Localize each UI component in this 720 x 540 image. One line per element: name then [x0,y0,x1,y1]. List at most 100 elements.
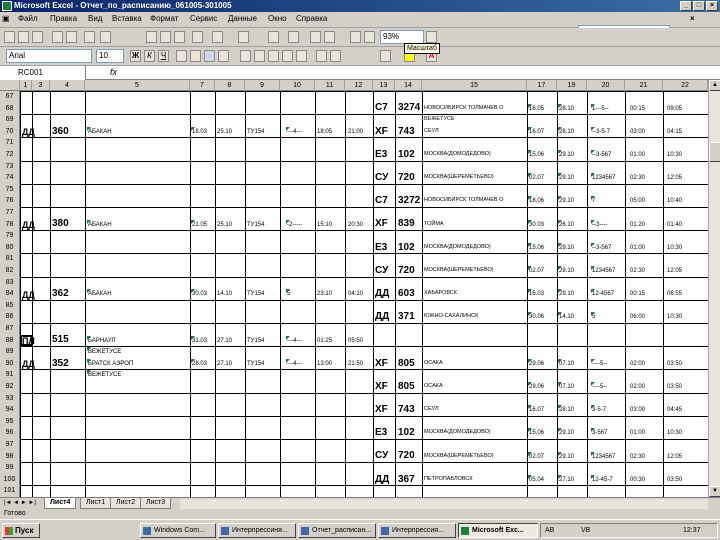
cell-c1[interactable]: ДД [22,126,35,138]
cell-c13[interactable]: СУ [375,265,388,277]
cell-c11[interactable]: 01:25 [317,336,332,346]
cell-c13[interactable]: СУ [375,172,388,184]
cell-c14[interactable]: 102 [398,427,415,439]
cell-c9[interactable]: ТУ154 [247,127,265,137]
cell-c14[interactable]: 102 [398,242,415,254]
decrease-indent-icon[interactable] [316,50,327,62]
cell-c21[interactable]: 00:15 [630,289,645,299]
cell-c15[interactable]: ЮЖНО-САХАЛИНСК [424,311,478,321]
col-header[interactable]: 20 [587,80,625,91]
row-header[interactable]: 89 [0,346,20,358]
cell-c21[interactable]: 01:00 [630,150,645,160]
cell-c21[interactable]: 00:15 [630,104,645,114]
cell-c22[interactable]: 01:40 [667,220,682,230]
cell-c5[interactable]: БРАТСК АЭРОП [88,359,133,369]
cell-c11[interactable]: 15:10 [317,220,332,230]
col-header[interactable]: 19 [557,80,587,91]
cell-c14[interactable]: 720 [398,172,415,184]
menu-insert[interactable]: Вставка [112,14,142,23]
cell-c22[interactable]: 06:55 [667,289,682,299]
row-header[interactable]: 90 [0,357,20,370]
cell-c21[interactable]: 06:00 [630,312,645,322]
row-header[interactable]: 76 [0,195,20,207]
excel-app-icon[interactable] [2,1,12,11]
cell-c8[interactable]: 25.10 [217,127,232,137]
row-header[interactable]: 93 [0,392,20,405]
percent-icon[interactable] [254,50,265,62]
tab-list2[interactable]: Лист2 [110,498,142,509]
italic-icon[interactable]: К [144,50,155,62]
cell-c20[interactable]: 12-4567 [592,289,614,299]
menu-view[interactable]: Вид [88,14,102,23]
cell-c13[interactable]: ДД [375,288,389,300]
cell-c22[interactable]: 12:05 [667,173,682,183]
comma-style-icon[interactable] [268,50,279,62]
cell-c5[interactable]: ВЕЖЕТУСЕ [88,370,121,380]
cell-c14[interactable]: 3274 [398,102,420,114]
cell-c22[interactable]: 10:30 [667,150,682,160]
row-header[interactable]: 101 [0,485,20,497]
cell-c14[interactable]: 720 [398,450,415,462]
cell-c15[interactable]: ОСАКА [424,381,443,391]
cell-c5[interactable]: БАРНАУЛ [88,336,115,346]
cell-c3[interactable]: 360 [52,126,69,138]
font-size-select[interactable]: 10 [96,49,124,63]
row-header[interactable]: 67 [0,91,20,103]
cell-c15[interactable]: СЕУЛ [424,404,439,414]
col-header[interactable]: 11 [315,80,345,91]
row-header[interactable]: 70 [0,125,20,138]
menu-format[interactable]: Формат [150,14,178,23]
cell-c15[interactable]: ХАБАРОВСК [424,288,457,298]
autosum-icon[interactable] [288,31,299,43]
increase-decimal-icon[interactable] [282,50,293,62]
cell-c15[interactable]: ВЕЖЕТУСЕ [424,114,455,124]
select-all-corner[interactable] [0,80,20,91]
copy-icon[interactable] [160,31,171,43]
row-header[interactable]: 74 [0,172,20,184]
cell-c22[interactable]: 03:50 [667,475,682,485]
cell-c22[interactable]: 03:50 [667,359,682,369]
cell-c5[interactable]: АБАКАН [88,289,112,299]
currency-icon[interactable] [240,50,251,62]
cell-c12[interactable]: 05:50 [348,336,363,346]
cell-c15[interactable]: ТОЙМА [424,219,444,229]
open-icon[interactable] [18,31,29,43]
cell-c21[interactable]: 02:30 [630,173,645,183]
cell-c9[interactable]: ТУ154 [247,336,265,346]
col-header[interactable]: 8 [215,80,245,91]
cell-c20[interactable]: 12-45-7 [592,475,613,485]
menu-window[interactable]: Окно [268,14,287,23]
cell-c14[interactable]: 367 [398,474,415,486]
cell-c14[interactable]: 720 [398,265,415,277]
bold-icon[interactable]: Ж [130,50,141,62]
cell-c15[interactable]: СЕУЛ [424,126,439,136]
task-excel[interactable]: Microsoft Exc... [458,523,538,538]
col-header[interactable]: 22 [663,80,708,91]
task-report[interactable]: Отчет_расписан... [298,523,376,538]
col-header[interactable]: 14 [395,80,422,91]
format-painter-icon[interactable] [192,31,203,43]
cell-c14[interactable]: 371 [398,311,415,323]
cell-c21[interactable]: 02:00 [630,382,645,392]
row-header[interactable]: 92 [0,381,20,393]
row-header[interactable]: 83 [0,276,20,289]
redo-icon[interactable] [238,31,249,43]
cell-c15[interactable]: МОСКВА(ШЕРЕМЕТЬЕВО) [424,265,494,275]
cell-c14[interactable]: 743 [398,126,415,138]
cell-c20[interactable]: 1234567 [592,173,615,183]
print-icon[interactable] [52,31,63,43]
new-icon[interactable] [4,31,15,43]
scroll-up-icon[interactable]: ▲ [709,80,720,91]
cell-c11[interactable]: 18:05 [317,127,332,137]
row-header[interactable]: 75 [0,183,20,196]
increase-indent-icon[interactable] [330,50,341,62]
menu-help[interactable]: Справка [296,14,327,23]
tray-app-label[interactable]: VB [581,524,590,537]
row-header[interactable]: 98 [0,450,20,463]
cell-c21[interactable]: 02:00 [630,359,645,369]
row-header[interactable]: 73 [0,160,20,173]
help-icon[interactable] [426,31,437,43]
row-header[interactable]: 77 [0,207,20,219]
language-indicator[interactable]: AB [545,524,554,537]
borders-icon[interactable] [380,50,391,62]
